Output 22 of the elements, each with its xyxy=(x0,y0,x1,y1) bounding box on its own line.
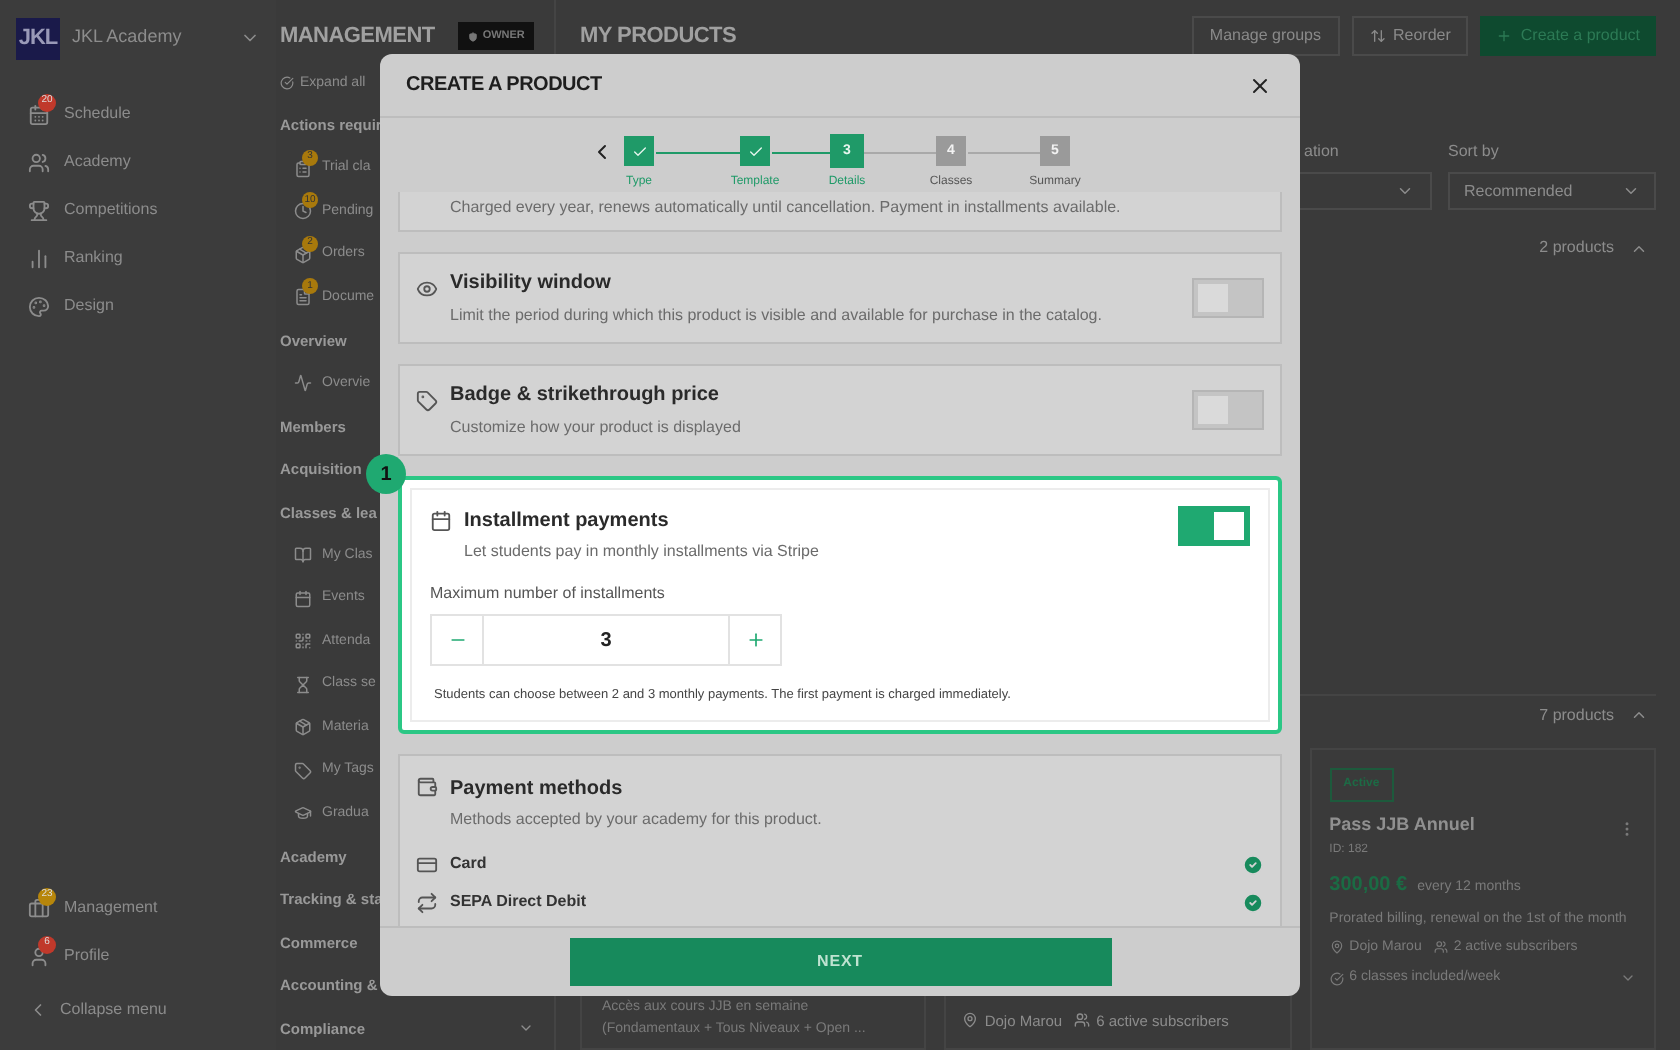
option-title: Installment payments xyxy=(464,508,671,537)
option-description: Let students pay in monthly installments via Stripe xyxy=(464,540,821,565)
payment-method-label: Card xyxy=(450,852,489,877)
product-count: 7 products xyxy=(1539,703,1614,727)
payment-method-label: SEPA Direct Debit xyxy=(450,890,589,915)
section-title: MANAGEMENT xyxy=(280,22,435,52)
academy-name: JKL Academy xyxy=(72,24,184,51)
option-title: Badge & strikethrough price xyxy=(450,382,721,411)
product-title: Pass JJB Annuel xyxy=(1329,812,1477,838)
option-description: Charged every year, renews automatically until cancellation. Payment in installments available. xyxy=(450,196,1123,221)
option-description: Limit the period during which this product is visible and available for purchase in the catalog. xyxy=(450,304,1104,329)
page-title: MY PRODUCTS xyxy=(580,21,739,52)
academy-logo: JKL xyxy=(16,17,60,59)
option-description: Customize how your product is displayed xyxy=(450,416,743,441)
sort-label: Sort by xyxy=(1448,140,1501,164)
option-description: Methods accepted by your academy for this product. xyxy=(450,808,822,833)
filter-label: ation xyxy=(1302,140,1341,164)
option-title: Visibility window xyxy=(450,270,613,299)
option-title: Payment methods xyxy=(450,776,625,805)
field-label: Maximum number of installments xyxy=(430,582,667,607)
product-count: 2 products xyxy=(1539,236,1614,260)
dialog-title: CREATE A PRODUCT xyxy=(406,72,602,101)
